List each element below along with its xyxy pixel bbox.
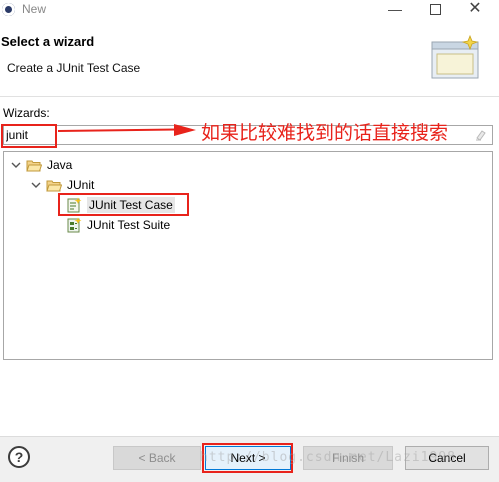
clear-filter-icon[interactable] [474, 128, 488, 142]
next-button[interactable]: Next > [205, 446, 291, 470]
tree-item-label: JUnit [67, 178, 95, 192]
tree-item-java[interactable]: Java [10, 156, 72, 174]
help-icon[interactable]: ? [8, 446, 30, 468]
title-bar: New — ✕ [0, 0, 499, 20]
maximize-icon [429, 4, 441, 15]
junit-test-suite-icon [67, 217, 82, 233]
wizards-label: Wizards: [3, 106, 50, 120]
annotation-arrow-icon [58, 124, 196, 136]
maximize-button[interactable] [416, 0, 454, 20]
page-title: Select a wizard [1, 34, 95, 49]
finish-button[interactable]: Finish [303, 446, 393, 470]
new-wizard-banner-icon [431, 34, 479, 79]
minimize-button[interactable]: — [376, 0, 414, 20]
wizard-tree[interactable]: Java JUnit JUnit Test Case JUnit Test Su… [3, 151, 493, 360]
junit-test-case-icon [67, 197, 82, 213]
folder-open-icon [26, 160, 42, 171]
folder-open-icon [46, 180, 62, 191]
wizard-header: Select a wizard Create a JUnit Test Case [0, 20, 499, 97]
chevron-down-icon[interactable] [10, 159, 22, 171]
window-title: New [22, 2, 47, 16]
eclipse-app-icon [2, 3, 15, 16]
tree-item-junit-test-case[interactable]: JUnit Test Case [66, 196, 175, 214]
annotation-text: 如果比较难找到的话直接搜索 [201, 122, 449, 144]
close-button[interactable]: ✕ [456, 0, 494, 20]
cancel-button[interactable]: Cancel [405, 446, 489, 470]
tree-item-label: Java [47, 158, 73, 172]
tree-item-label: JUnit Test Suite [87, 218, 171, 232]
tree-item-junit-test-suite[interactable]: JUnit Test Suite [66, 216, 170, 234]
back-button[interactable]: < Back [113, 446, 201, 470]
tree-item-label: JUnit Test Case [87, 197, 175, 213]
page-description: Create a JUnit Test Case [7, 61, 141, 75]
chevron-down-icon[interactable] [30, 179, 42, 191]
tree-item-junit[interactable]: JUnit [30, 176, 94, 194]
